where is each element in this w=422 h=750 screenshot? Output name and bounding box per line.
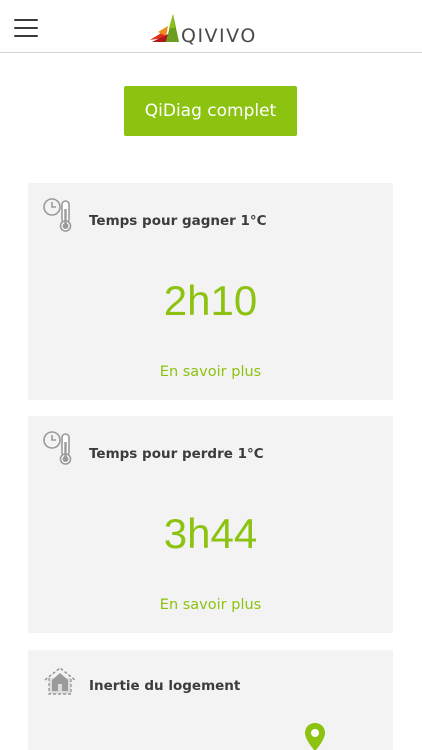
card-title: Temps pour gagner 1°C <box>89 213 267 229</box>
learn-more-link[interactable]: En savoir plus <box>28 364 393 380</box>
clock-thermometer-icon <box>43 198 72 232</box>
card-title: Inertie du logement <box>89 678 241 694</box>
top-bar: QIVIVO <box>0 0 422 53</box>
house-icon <box>44 666 76 695</box>
heat-gain-card: Temps pour gagner 1°C 2h10 En savoir plu… <box>28 183 393 400</box>
location-pin-icon <box>305 723 325 750</box>
learn-more-link[interactable]: En savoir plus <box>28 597 393 613</box>
card-value: 3h44 <box>163 510 258 557</box>
hamburger-menu-icon[interactable] <box>14 19 38 37</box>
qidiag-complet-button[interactable]: QiDiag complet <box>124 86 297 136</box>
logo-text: QIVIVO <box>181 25 257 47</box>
card-title: Temps pour perdre 1°C <box>89 446 264 462</box>
logo-mark-icon <box>150 14 179 42</box>
qivivo-logo: QIVIVO <box>148 12 278 47</box>
clock-thermometer-icon <box>43 431 72 465</box>
heat-loss-card: Temps pour perdre 1°C 3h44 En savoir plu… <box>28 416 393 633</box>
home-inertia-card: Inertie du logement <box>28 650 393 750</box>
card-value: 2h10 <box>163 277 258 324</box>
